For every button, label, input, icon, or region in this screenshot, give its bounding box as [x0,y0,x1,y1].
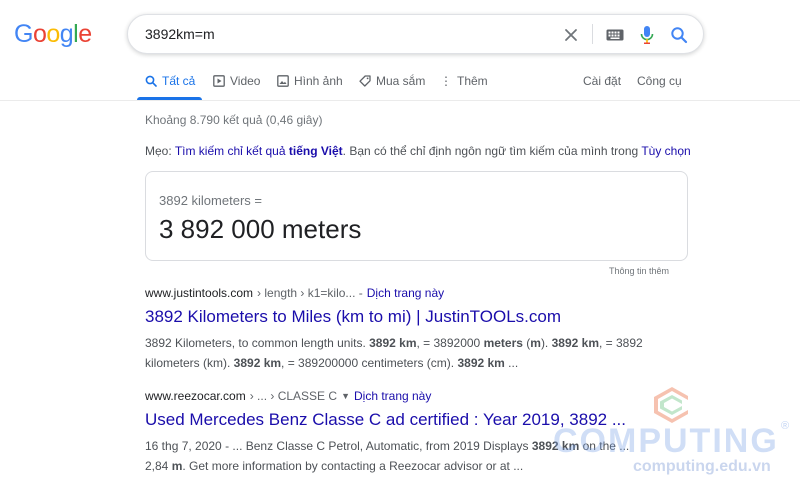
snippet-highlight: 3892 km [551,336,599,350]
search-icon[interactable] [668,24,690,46]
result-domain: www.reezocar.com [145,389,246,403]
result-breadcrumb: › ... › CLASSE C [249,389,338,403]
search-result: www.reezocar.com › ... › CLASSE C ▼ Dịch… [145,389,645,476]
search-box[interactable] [127,14,704,54]
result-title[interactable]: Used Mercedes Benz Classe C ad certified… [145,410,645,430]
tip-middle: . Bạn có thể chỉ định ngôn ngữ tìm kiếm … [342,144,639,158]
result-url[interactable]: www.reezocar.com › ... › CLASSE C ▼ Dịch… [145,389,645,403]
tab-tools-label: Công cụ [637,74,682,88]
tab-all[interactable]: Tất cả [145,74,195,88]
tip-prefix: Mẹo: [145,144,172,158]
logo-letter: G [14,20,33,48]
tab-settings-label: Cài đặt [583,74,622,88]
tab-shopping[interactable]: Mua sắm [359,74,425,88]
tip-link-bold: tiếng Việt [288,144,343,158]
tab-more-label: Thêm [457,74,488,88]
tab-shopping-label: Mua sắm [376,74,426,88]
search-result: www.justintools.com › length › k1=kilo..… [145,286,645,373]
language-tip: Mẹo: Tìm kiếm chỉ kết quả tiếng Việt. Bạ… [145,144,691,158]
result-title[interactable]: 3892 Kilometers to Miles (km to mi) | Ju… [145,307,645,327]
computing-logo-icon [654,387,688,423]
mic-icon[interactable] [636,24,658,46]
snippet-text: 16 thg 7, 2020 - ... Benz Classe C Petro… [145,439,532,453]
tab-images-label: Hình ảnh [294,74,343,88]
tabs-divider [0,100,800,101]
snippet-highlight: m [530,336,541,350]
watermark-domain: computing.edu.vn [633,458,771,475]
tab-settings[interactable]: Cài đặt [583,74,621,88]
search-input[interactable] [145,24,545,44]
result-snippet: 3892 Kilometers, to common length units.… [145,333,645,373]
snippet-text: ... [504,356,519,370]
tab-images[interactable]: Hình ảnh [277,74,343,88]
translate-link[interactable]: Dịch trang này [367,286,444,300]
result-breadcrumb: › length › k1=kilo... - [257,286,363,300]
tip-link-settings[interactable]: Tùy chọn [641,144,690,158]
snippet-text: 3892 Kilometers, to common length units. [145,336,370,350]
translate-link[interactable]: Dịch trang này [354,389,431,403]
tab-video[interactable]: Video [213,74,260,88]
snippet-text: , = 3892000 [416,336,484,350]
tab-video-label: Video [230,74,261,88]
result-domain: www.justintools.com [145,286,254,300]
tip-link-text: Tìm kiếm chỉ kết quả [174,144,286,158]
logo-letter: g [59,20,74,48]
image-icon [277,75,289,87]
snippet-highlight: 3892 km [233,356,282,370]
unit-converter-card: 3892 kilometers = 3 892 000 meters [145,171,688,261]
logo-letter: e [78,20,92,48]
video-icon [213,75,225,87]
snippet-highlight: meters [483,336,523,350]
converter-from: 3892 kilometers = [159,193,262,208]
search-small-icon [145,75,157,87]
tag-icon [359,75,371,87]
tab-more[interactable]: ⋮ Thêm [440,74,488,88]
close-icon[interactable] [560,24,582,46]
converter-result: 3 892 000 meters [159,214,362,244]
tab-all-label: Tất cả [162,74,196,88]
snippet-highlight: 3892 km [369,336,417,350]
snippet-highlight: 3892 km [457,356,505,370]
snippet-text: ). [540,336,552,350]
snippet-highlight: m [171,459,183,473]
snippet-text: , = 389200000 centimeters (cm). [281,356,458,370]
snippet-text: . Get more information by contacting a R… [182,459,524,473]
keyboard-icon[interactable] [604,24,626,46]
tip-link-language[interactable]: Tìm kiếm chỉ kết quả tiếng Việt [175,144,343,158]
logo-letter: o [46,20,60,48]
dropdown-arrow-icon[interactable]: ▼ [341,391,350,401]
search-divider [592,24,593,44]
result-stats: Khoảng 8.790 kết quả (0,46 giây) [145,113,323,127]
search-tabs: Tất cả Video Hình ảnh Mua sắm ⋮ Thêm Cài… [0,66,800,100]
logo-letter: o [32,20,47,48]
google-logo[interactable]: Google [14,20,92,49]
result-url[interactable]: www.justintools.com › length › k1=kilo..… [145,286,645,300]
watermark-registered: ® [781,420,790,432]
more-info-link[interactable]: Thông tin thêm [609,266,669,276]
tab-tools[interactable]: Công cụ [637,74,682,88]
snippet-highlight: 3892 km [531,439,580,453]
more-vert-icon: ⋮ [440,74,452,88]
result-snippet: 16 thg 7, 2020 - ... Benz Classe C Petro… [145,436,645,476]
